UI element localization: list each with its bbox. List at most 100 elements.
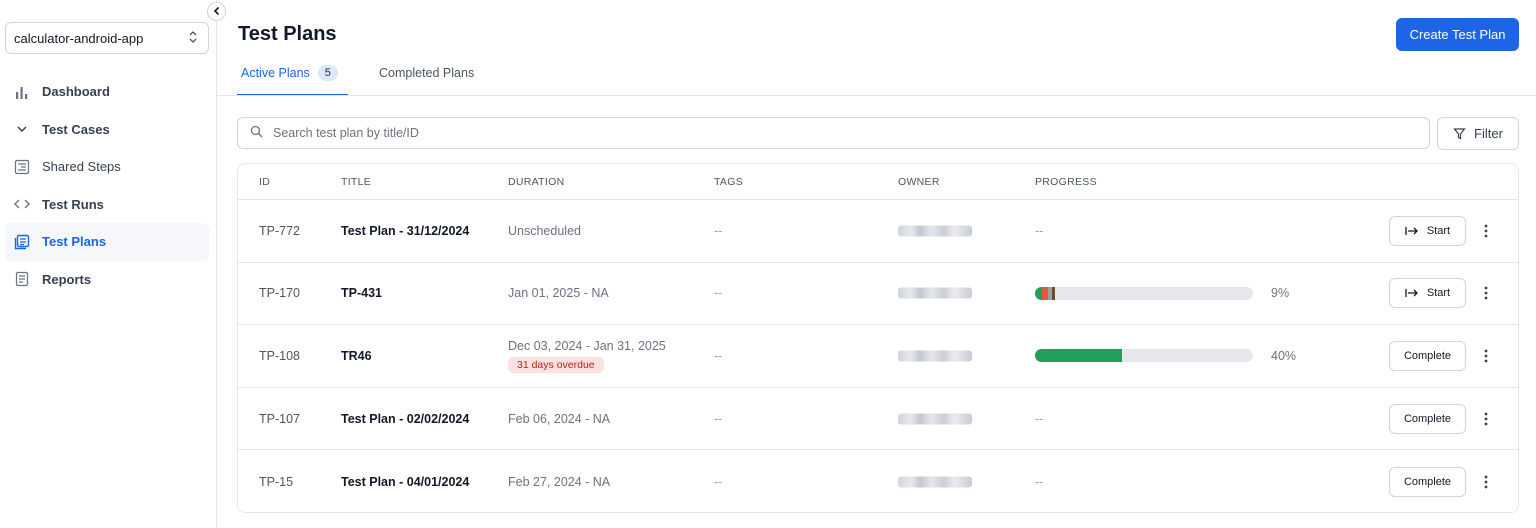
plan-progress: -- [1035,474,1044,489]
chevron-down-icon [12,119,32,139]
chevron-left-icon [213,4,221,19]
create-test-plan-button[interactable]: Create Test Plan [1396,18,1519,51]
sidebar-item-test-runs[interactable]: Test Runs [5,186,209,224]
plan-id: TP-170 [259,286,300,301]
plan-title[interactable]: Test Plan - 31/12/2024 [341,224,469,238]
column-header-progress: PROGRESS [1035,176,1097,188]
complete-button[interactable]: Complete [1389,403,1466,434]
column-header-owner: OWNER [898,176,940,188]
sidebar-item-label: Test Runs [42,196,104,212]
plan-duration: Unscheduled [508,223,581,238]
column-header-duration: DURATION [508,176,565,188]
plan-duration: Dec 03, 2024 - Jan 31, 2025 [508,338,666,353]
search-input[interactable] [273,126,1373,140]
table-header: ID TITLE DURATION TAGS OWNER PROGRESS [238,164,1518,200]
progress-bar [1035,349,1253,363]
plan-tabs: Active Plans 5 Completed Plans [237,58,474,96]
plan-tags: -- [714,411,723,426]
plan-title[interactable]: Test Plan - 04/01/2024 [341,475,469,489]
progress-percent: 9% [1271,286,1290,301]
plan-id: TP-107 [259,411,300,426]
table-row[interactable]: TP-107 Test Plan - 02/02/2024 Feb 06, 20… [238,388,1518,451]
progress-segment [1035,349,1123,363]
progress-bar [1035,286,1253,300]
plan-title[interactable]: Test Plan - 02/02/2024 [341,412,469,426]
report-icon [12,269,32,289]
owner-name-redacted [898,225,972,237]
sidebar-item-label: Test Plans [42,234,107,250]
action-label: Start [1426,224,1451,237]
sidebar-item-dashboard[interactable]: Dashboard [5,73,209,111]
sidebar-item-label: Test Cases [42,121,110,137]
start-button[interactable]: Start [1389,278,1466,309]
sidebar-item-shared-steps[interactable]: Shared Steps [5,148,209,186]
filter-icon [1453,128,1466,140]
chevron-updown-icon [188,30,198,47]
plan-tags: -- [714,348,723,363]
project-selector[interactable]: calculator-android-app [5,22,209,54]
start-arrow-icon [1405,289,1418,298]
test-plans-icon [12,232,32,252]
plan-id: TP-772 [259,223,300,238]
table-row[interactable]: TP-170 TP-431 Jan 01, 2025 - NA -- 9% St… [238,263,1518,326]
tab-label: Active Plans [241,66,310,80]
owner-name-redacted [898,413,972,425]
complete-button[interactable]: Complete [1389,340,1466,371]
code-brackets-icon [12,194,32,214]
start-button[interactable]: Start [1389,215,1466,246]
duration-cell: Dec 03, 2024 - Jan 31, 2025 31 days over… [508,339,666,373]
more-options-icon[interactable] [1478,409,1494,429]
plan-tags: -- [714,286,723,301]
header-divider [217,95,1536,96]
bar-chart-icon [12,82,32,102]
action-label: Start [1426,287,1451,300]
search-icon [250,125,263,141]
sidebar-item-test-plans[interactable]: Test Plans [5,223,209,261]
column-header-id: ID [259,176,271,188]
sidebar-item-test-cases[interactable]: Test Cases [5,111,209,149]
table-row[interactable]: TP-772 Test Plan - 31/12/2024 Unschedule… [238,200,1518,263]
action-label: Complete [1403,412,1452,425]
tab-active-plans[interactable]: Active Plans 5 [237,58,348,96]
collapse-sidebar-button[interactable] [207,2,226,21]
column-header-title: TITLE [341,176,372,188]
sidebar-item-label: Shared Steps [42,159,121,175]
plan-progress: -- [1035,411,1044,426]
start-arrow-icon [1405,226,1418,235]
more-options-icon[interactable] [1478,472,1494,492]
plan-duration: Feb 06, 2024 - NA [508,411,611,426]
column-header-tags: TAGS [714,176,744,188]
plan-title[interactable]: TR46 [341,349,372,363]
progress-indicator: 9% [1035,286,1289,300]
filter-button[interactable]: Filter [1437,117,1519,150]
sidebar-nav: Dashboard Test Cases Shared Steps Test R… [5,73,209,298]
action-label: Complete [1403,475,1452,488]
plan-title[interactable]: TP-431 [341,286,382,300]
count-badge: 5 [317,65,338,81]
more-options-icon[interactable] [1478,221,1494,241]
plan-tags: -- [714,474,723,489]
table-row[interactable]: TP-15 Test Plan - 04/01/2024 Feb 27, 202… [238,450,1518,512]
plan-id: TP-108 [259,348,300,363]
plan-progress: -- [1035,223,1044,238]
owner-name-redacted [898,287,972,299]
more-options-icon[interactable] [1478,346,1494,366]
filter-label: Filter [1474,126,1503,141]
plan-duration: Jan 01, 2025 - NA [508,286,609,301]
table-row[interactable]: TP-108 TR46 Dec 03, 2024 - Jan 31, 2025 … [238,325,1518,388]
action-label: Complete [1403,349,1452,362]
more-options-icon[interactable] [1478,283,1494,303]
overdue-badge: 31 days overdue [508,356,604,373]
test-plans-table: ID TITLE DURATION TAGS OWNER PROGRESS TP… [237,163,1519,513]
page-title: Test Plans [238,23,337,45]
project-name: calculator-android-app [14,30,144,46]
search-bar[interactable] [237,117,1430,149]
owner-name-redacted [898,476,972,488]
tab-completed-plans[interactable]: Completed Plans [379,58,474,96]
owner-name-redacted [898,350,972,362]
sidebar-item-label: Reports [42,271,92,287]
plan-id: TP-15 [259,474,294,489]
complete-button[interactable]: Complete [1389,466,1466,497]
sidebar-item-reports[interactable]: Reports [5,261,209,299]
plan-tags: -- [714,223,723,238]
